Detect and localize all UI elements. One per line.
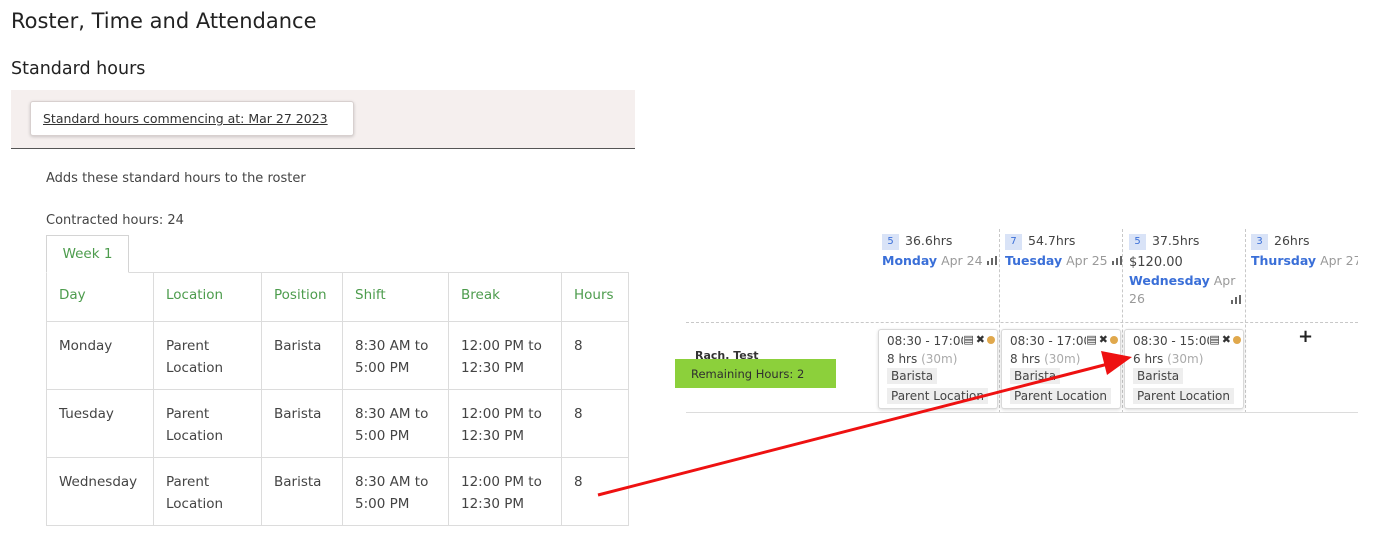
tab-week-1[interactable]: Week 1 — [46, 235, 129, 273]
annotation-arrow — [597, 351, 1132, 497]
arrow-head-icon — [1101, 351, 1132, 375]
annotation-arrow-line — [597, 362, 1109, 497]
